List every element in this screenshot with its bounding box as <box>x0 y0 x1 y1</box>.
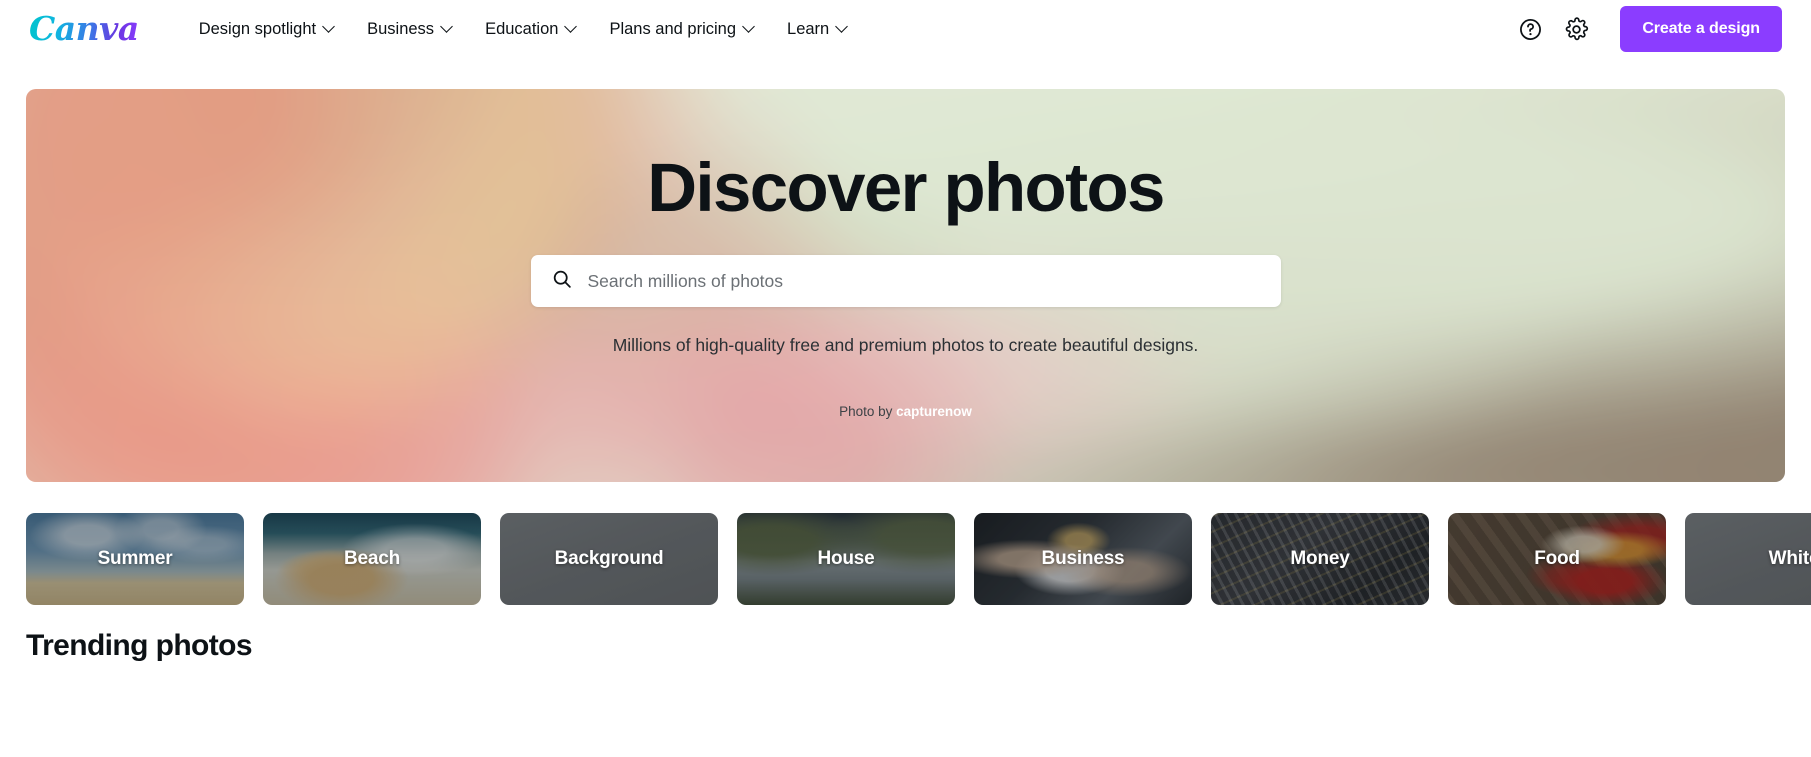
tile-label: Business <box>1041 548 1125 569</box>
nav-item-plans-and-pricing[interactable]: Plans and pricing <box>593 12 771 47</box>
photo-credit: Photo by capturenow <box>839 404 972 419</box>
search-input[interactable] <box>587 270 1261 292</box>
category-tile-background[interactable]: Background <box>500 513 718 605</box>
chevron-down-icon <box>324 22 335 33</box>
chevron-down-icon <box>442 22 453 33</box>
hero-subtitle: Millions of high-quality free and premiu… <box>612 335 1199 356</box>
tile-label: Food <box>1534 548 1580 569</box>
page-title: Discover photos <box>647 148 1165 226</box>
tile-label: White <box>1768 548 1811 569</box>
tile-label: Summer <box>97 548 173 569</box>
category-tile-money[interactable]: Money <box>1211 513 1429 605</box>
chevron-down-icon <box>837 22 848 33</box>
category-tile-business[interactable]: Business <box>974 513 1192 605</box>
tile-label: Money <box>1290 548 1350 569</box>
nav-label: Plans and pricing <box>609 19 737 38</box>
site-header: Canva Design spotlight Business Educatio… <box>0 0 1811 58</box>
nav-item-learn[interactable]: Learn <box>771 12 864 47</box>
tile-label: House <box>817 548 875 569</box>
category-tile-beach[interactable]: Beach <box>263 513 481 605</box>
canva-wordmark: Canva <box>29 8 139 48</box>
category-tile-food[interactable]: Food <box>1448 513 1666 605</box>
header-actions: Create a design <box>1510 6 1782 52</box>
nav-item-design-spotlight[interactable]: Design spotlight <box>183 12 351 47</box>
create-a-design-button[interactable]: Create a design <box>1620 6 1782 52</box>
canva-logo[interactable]: Canva <box>29 12 139 47</box>
search-icon <box>551 268 573 295</box>
main-nav: Design spotlight Business Education Plan… <box>183 12 1511 47</box>
nav-label: Business <box>367 19 435 38</box>
tile-label: Beach <box>343 548 401 569</box>
nav-item-business[interactable]: Business <box>351 12 469 47</box>
photo-credit-author[interactable]: capturenow <box>896 404 972 419</box>
help-circle-icon[interactable] <box>1510 9 1550 49</box>
chevron-down-icon <box>566 22 577 33</box>
photo-credit-prefix: Photo by <box>839 404 893 420</box>
hero-banner: Discover photos Millions of high-quality… <box>26 89 1785 482</box>
nav-item-education[interactable]: Education <box>469 12 593 47</box>
chevron-down-icon <box>744 22 755 33</box>
trending-photos-heading: Trending photos <box>26 629 253 662</box>
search-bar[interactable] <box>530 255 1281 308</box>
tile-label: Background <box>554 548 664 569</box>
nav-label: Design spotlight <box>198 19 317 38</box>
category-tile-white[interactable]: White <box>1685 513 1811 605</box>
category-tile-summer[interactable]: Summer <box>26 513 244 605</box>
category-tile-house[interactable]: House <box>737 513 955 605</box>
hero-content: Discover photos Millions of high-quality… <box>26 148 1785 419</box>
nav-label: Education <box>485 19 559 38</box>
nav-label: Learn <box>787 19 830 38</box>
gear-icon[interactable] <box>1556 9 1596 49</box>
category-tiles: Summer Beach Background House Business M… <box>0 482 1811 605</box>
